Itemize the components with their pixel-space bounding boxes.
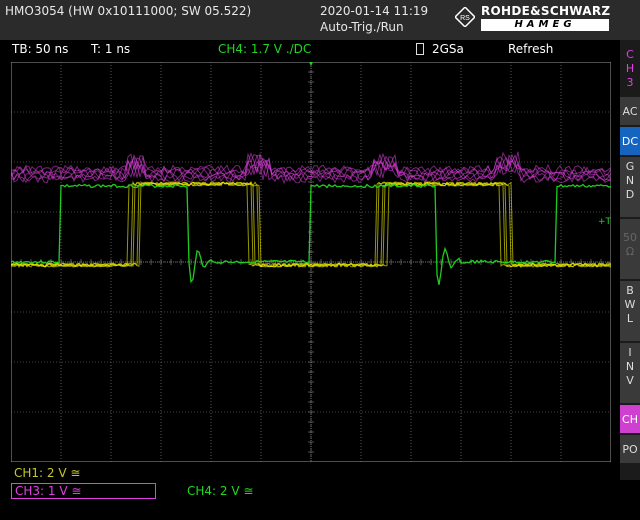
bwl-button[interactable]: B W L <box>620 281 640 341</box>
ohm-char: Ω <box>625 245 635 258</box>
svg-text:RS: RS <box>460 15 470 22</box>
bwl-char: B <box>626 284 634 297</box>
channel-button[interactable]: CH <box>620 405 640 433</box>
bwl-char: L <box>626 312 634 325</box>
side-channel-char: H <box>625 62 635 75</box>
logo-sub-text: HAMEG <box>481 19 609 31</box>
ac-coupling-button[interactable]: AC <box>620 97 640 125</box>
gnd-char: N <box>625 174 635 187</box>
brand-logo: RS ROHDE&SCHWARZ HAMEG <box>455 4 635 32</box>
bwl-char: W <box>624 298 636 311</box>
waveform-display[interactable]: +T <box>11 62 611 462</box>
side-channel-char: C <box>626 48 634 61</box>
ch3-scale[interactable]: CH3: 1 V ≅ <box>11 483 156 499</box>
logo-brand-text: ROHDE&SCHWARZ <box>481 4 611 18</box>
gnd-char: G <box>625 160 635 173</box>
invert-button[interactable]: I N V <box>620 343 640 403</box>
trigger-level-icon: +T <box>598 217 611 227</box>
side-channel-label: C H 3 <box>620 48 640 90</box>
top-bar: HMO3054 (HW 0x10111000; SW 05.522) 2020-… <box>0 0 640 40</box>
inv-char: N <box>625 360 635 373</box>
datetime: 2020-01-14 11:19 <box>320 4 429 18</box>
memory-icon <box>416 43 424 55</box>
trigger-mode: Auto-Trig./Run <box>320 20 404 34</box>
inv-char: I <box>628 346 632 359</box>
gnd-char: D <box>625 188 635 201</box>
gnd-button[interactable]: G N D <box>620 157 640 217</box>
rs-badge-icon: RS <box>455 7 475 27</box>
instrument-title: HMO3054 (HW 0x10111000; SW 05.522) <box>5 4 252 18</box>
ch4-scale[interactable]: CH4: 2 V ≅ <box>187 484 253 498</box>
dc-coupling-button[interactable]: DC <box>620 127 640 155</box>
probe-button[interactable]: PO <box>620 435 640 463</box>
fifty-char: 50 <box>623 231 637 244</box>
status-bar: TB: 50 ns T: 1 ns CH4: 1.7 V ./DC 2GSa R… <box>0 40 620 60</box>
sample-rate: 2GSa <box>432 42 464 56</box>
side-channel-char: 3 <box>626 76 634 89</box>
ch1-scale[interactable]: CH1: 2 V ≅ <box>14 466 80 480</box>
channel-info-bar: CH1: 2 V ≅ CH3: 1 V ≅ CH4: 2 V ≅ <box>0 462 620 520</box>
channel-side-menu: C H 3 AC DC G N D 50 Ω B W L I N V CH PO <box>620 40 640 480</box>
trigger-time[interactable]: T: 1 ns <box>91 42 130 56</box>
trigger-channel[interactable]: CH4: 1.7 V ./DC <box>218 42 311 56</box>
fifty-ohm-button[interactable]: 50 Ω <box>620 219 640 279</box>
timebase[interactable]: TB: 50 ns <box>12 42 68 56</box>
acquire-mode[interactable]: Refresh <box>508 42 553 56</box>
inv-char: V <box>626 374 634 387</box>
